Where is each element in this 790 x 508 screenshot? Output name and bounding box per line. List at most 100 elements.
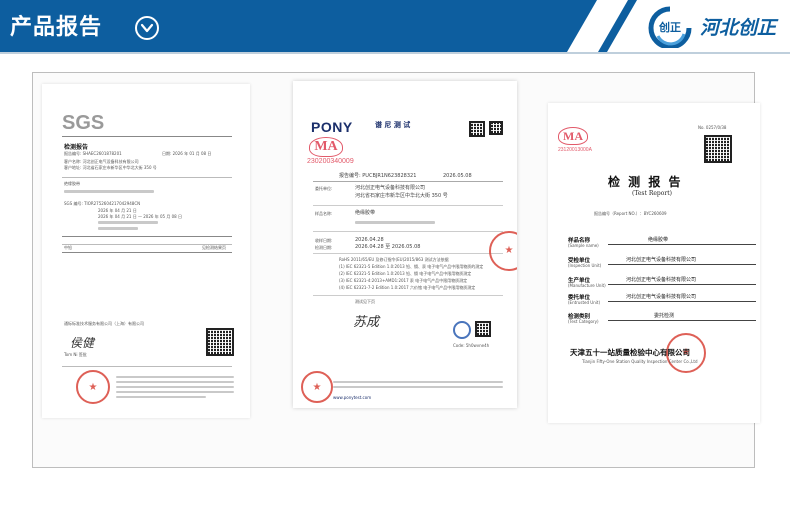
field-label: 收样日期: xyxy=(315,238,333,243)
text-line xyxy=(98,221,158,224)
cma-mark: MA xyxy=(309,137,343,157)
sample-name: 绝缘胶带 xyxy=(64,181,80,186)
fine-print xyxy=(333,386,503,388)
signer-name: Tom Ni 签批 xyxy=(64,352,87,357)
qr-code xyxy=(475,321,491,337)
fine-print xyxy=(116,381,234,383)
field-label: 样品名称: xyxy=(315,211,333,216)
pony-logo: PONY xyxy=(311,119,353,135)
report-number: 报告编号（Report NO.）：BYC260609 xyxy=(594,211,667,216)
qr-code xyxy=(206,328,234,356)
standard-3: (3) IEC 62321-4:2013+AMD1:2017 汞 电子电气产品中… xyxy=(339,278,468,283)
field-underline xyxy=(608,264,756,265)
sgs-number: SGS 编号: TIOR2752604217042948CN xyxy=(64,201,141,206)
field-sub-sample: (Sample name) xyxy=(568,243,599,248)
page-title: 产品报告 xyxy=(10,15,103,40)
field-label: 检测日期: xyxy=(315,245,333,250)
test-basis: RoHS 2011/65/EU 及修订指令(EU)2015/863 测试方法依据 xyxy=(339,257,449,262)
client-address: 客户地址: 河北省石家庄市新华区中华北大街 350 号 xyxy=(64,165,157,170)
field-sub-inspected: (Inspection Unit) xyxy=(568,263,602,268)
cma-number: 23120013000A xyxy=(558,147,592,153)
field-underline xyxy=(608,244,756,245)
result-label: 中铅 xyxy=(64,245,72,250)
report-heading: 检测报告 xyxy=(64,144,89,151)
sgs-logo: SGS xyxy=(62,112,105,134)
field-underline xyxy=(608,284,756,285)
institution-name-en: Tianjin Fifty-One Station Quality Inspec… xyxy=(582,359,698,364)
divider xyxy=(62,366,232,367)
fine-print xyxy=(333,381,503,383)
divider xyxy=(313,205,503,206)
pony-cn-name: 谱 尼 测 试 xyxy=(375,121,411,129)
chevron-down-circle-icon[interactable] xyxy=(135,16,159,40)
accreditation-mark xyxy=(453,321,471,339)
client-name: 河北创正电气设备科技有限公司 xyxy=(355,185,426,191)
report-date: 日期: 2026 年 01 月 08 日 xyxy=(162,151,212,156)
report-tianjin[interactable]: MA 23120013000A No. 0257/0/38 检 测 报 告 (T… xyxy=(548,103,760,423)
signature: 侯健 xyxy=(70,336,95,350)
text-line xyxy=(98,227,138,230)
report-date: 2026.05.08 xyxy=(443,173,472,179)
sample-name: 绝缘胶带 xyxy=(355,210,376,216)
qr-code xyxy=(489,121,503,135)
company-seal: ★ xyxy=(76,370,110,404)
document-number: No. 0257/0/38 xyxy=(698,125,727,130)
standard-2: (2) IEC 62321-5 Edition 1.0:2013 铅、镉 电子电… xyxy=(339,271,472,276)
table-top xyxy=(62,236,232,237)
test-period: 2026 年 04 月 21 日 — 2026 年 05 月 08 日 xyxy=(98,214,182,219)
field-value-manufacturer: 河北创正电气设备科技有限公司 xyxy=(626,277,697,283)
verify-code: Code: 5h0wvne4h xyxy=(453,343,490,348)
fine-print xyxy=(116,376,234,378)
field-sub-category: (Test Category) xyxy=(568,319,599,324)
signature: 苏成 xyxy=(353,315,380,330)
received-date: 2026.04.28 xyxy=(355,237,384,243)
client-name: 客户名称: 河北创正电气设备科技有限公司 xyxy=(64,159,139,164)
field-underline xyxy=(608,320,756,321)
result-value: 见检测结果页 xyxy=(202,245,226,250)
text-line xyxy=(355,221,435,224)
field-underline xyxy=(608,301,756,302)
report-number: 报告编号: PUCBJR1N623828321 xyxy=(339,173,417,179)
header-banner: 产品报告 创正 河北创正 xyxy=(0,0,790,52)
report-subtitle: (Test Report) xyxy=(632,190,672,197)
field-value-category: 委托检测 xyxy=(654,313,675,319)
institution-name: 天津五十一站质量检验中心有限公司 xyxy=(570,348,690,357)
fine-print xyxy=(116,396,206,398)
brand-name: 河北创正 xyxy=(700,17,777,39)
website: www.ponytest.com xyxy=(333,395,372,400)
qr-code xyxy=(469,121,485,137)
divider xyxy=(313,295,503,296)
conclusion: 测试见下页 xyxy=(355,299,375,304)
text-line xyxy=(64,190,154,193)
standard-4: (4) IEC 62321-7-2 Edition 1.0:2017 六价铬 电… xyxy=(339,285,476,290)
logo-mark-text: 创正 xyxy=(658,20,681,34)
report-pony[interactable]: PONY 谱 尼 测 试 MA 230200340009 报告编号: PUCBJ… xyxy=(293,81,517,408)
company-logo-icon: 创正 xyxy=(648,6,692,48)
divider xyxy=(313,253,503,254)
divider xyxy=(313,231,503,232)
fine-print xyxy=(116,391,234,393)
cma-number: 230200340009 xyxy=(307,158,354,165)
divider xyxy=(62,177,232,178)
received-date: 2026 年 04 月 21 日 xyxy=(98,208,137,213)
divider xyxy=(62,136,232,137)
cma-mark: MA xyxy=(558,127,588,145)
company-seal: ★ xyxy=(489,231,517,271)
field-label: 委托单位: xyxy=(315,186,333,191)
report-number: 报告编号: SHAEC2601878201 xyxy=(64,151,122,156)
field-value-sample: 绝缘胶带 xyxy=(648,237,669,243)
table-bottom xyxy=(62,252,232,253)
standard-1: (1) IEC 62321-5 Edition 1.0:2013 铅、镉、汞 电… xyxy=(339,264,484,269)
client-address: 河北省石家庄市新华区中华北大街 350 号 xyxy=(355,193,448,199)
qr-code xyxy=(704,135,732,163)
company-footer: 通标标准技术服务有限公司（上海）有限公司 xyxy=(64,321,144,326)
header-divider xyxy=(0,52,790,54)
field-value-entrusted: 河北创正电气设备科技有限公司 xyxy=(626,294,697,300)
fine-print xyxy=(116,386,234,388)
report-sgs[interactable]: SGS 检测报告 报告编号: SHAEC2601878201 日期: 2026 … xyxy=(42,84,250,418)
divider xyxy=(313,181,503,182)
field-sub-manufacturer: (Manufacture Unit) xyxy=(568,283,606,288)
company-seal: ★ xyxy=(301,371,333,403)
test-period: 2026.04.28 至 2026.05.08 xyxy=(355,244,421,250)
field-value-inspected: 河北创正电气设备科技有限公司 xyxy=(626,257,697,263)
